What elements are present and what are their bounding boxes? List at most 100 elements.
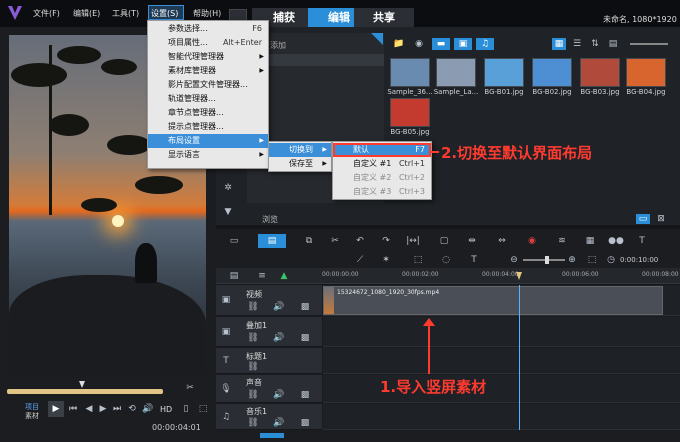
menu-file[interactable]: 文件(F) [33, 8, 60, 19]
track-mute-icon[interactable]: ▩ [300, 302, 310, 312]
video-clip[interactable]: 15324672_1080_1920_30fps.mp4 [323, 286, 663, 315]
track-manager-icon[interactable]: ▤ [228, 271, 240, 281]
link-icon[interactable]: ⛓ [247, 362, 258, 372]
track-mute-icon[interactable]: ▩ [300, 418, 310, 428]
menu-item-custom-1[interactable]: 自定义 #1 Ctrl+1 [333, 157, 431, 171]
next-frame-icon[interactable]: ▶ [97, 403, 109, 415]
track-volume-icon[interactable]: 🔊 [273, 418, 284, 428]
menu-item-track-manager[interactable]: 轨道管理器... [148, 92, 268, 106]
thumbnail-size-slider[interactable] [630, 43, 668, 45]
text-track-icon[interactable]: T [468, 255, 480, 265]
add-folder-label[interactable]: 添加 [270, 40, 286, 51]
menu-item-project-properties[interactable]: 项目属性... Alt+Enter [148, 36, 268, 50]
list-view-icon[interactable]: ☰ [570, 38, 584, 50]
thumbnail-item[interactable]: BG-B01.jpg [480, 58, 530, 98]
thumbnail-view-icon[interactable]: ▦ [552, 38, 566, 50]
subtitle-icon[interactable]: ◌ [440, 255, 452, 265]
split-icon[interactable]: ✂ [184, 382, 196, 394]
audio-filter-icon[interactable]: ♫ [476, 38, 494, 50]
menu-item-cue-manager[interactable]: 提示点管理器... [148, 120, 268, 134]
track-mute-icon[interactable]: ▩ [300, 333, 310, 343]
track-header-title[interactable]: T 标题1 ⛓ [216, 348, 322, 374]
menu-edit[interactable]: 编辑(E) [73, 8, 100, 19]
repeat-icon[interactable]: ⟲ [126, 403, 138, 415]
prev-frame-icon[interactable]: ◀ [83, 403, 95, 415]
track-header-overlay[interactable]: ▣ 叠加1 ⛓ 🔊 ▩ [216, 317, 322, 347]
hd-label[interactable]: HD [160, 405, 172, 414]
browse-label[interactable]: 浏览 [262, 214, 278, 225]
thumbnail-item[interactable]: Sample_36... [386, 58, 436, 98]
track-header-video[interactable]: ▣ 视频 ⛓ 🔊 ▩ [216, 285, 322, 316]
motion-icon[interactable]: ⟋ [354, 255, 366, 265]
menu-settings[interactable]: 设置(S) [151, 8, 178, 19]
link-icon[interactable]: ⛓ [247, 333, 258, 343]
photo-filter-icon[interactable]: ▣ [454, 38, 472, 50]
title-tool-icon[interactable]: T [636, 235, 648, 247]
clip-mode-label[interactable]: 素材 [25, 411, 39, 421]
capture-icon[interactable]: ▦ [584, 235, 596, 247]
menu-item-layout-settings[interactable]: 布局设置 ▶ [148, 134, 268, 148]
thumbnail-item[interactable]: BG-B03.jpg [576, 58, 626, 98]
volume-icon[interactable]: 🔊 [142, 403, 154, 415]
link-icon[interactable]: ⛓ [247, 418, 258, 428]
scrub-bar[interactable] [7, 389, 163, 394]
menu-help[interactable]: 帮助(H) [193, 8, 221, 19]
video-filter-icon[interactable]: ▬ [432, 38, 450, 50]
go-end-icon[interactable]: ⏭ [111, 403, 123, 415]
redo-icon[interactable]: ↷ [380, 235, 392, 247]
menu-item-smart-proxy[interactable]: 智能代理管理器 ▶ [148, 50, 268, 64]
display-icon[interactable]: ▯ [180, 403, 192, 415]
track-volume-icon[interactable]: 🔊 [273, 333, 284, 343]
options-icon[interactable]: ▤ [606, 38, 620, 50]
menu-tools[interactable]: 工具(T) [112, 8, 139, 19]
zoom-slider-handle[interactable] [545, 256, 549, 264]
chapter-icon[interactable]: ⬚ [412, 255, 424, 265]
track-lane-title[interactable] [323, 348, 680, 374]
resize-icon[interactable]: ⬚ [197, 403, 209, 415]
track-volume-icon[interactable]: 🔊 [273, 390, 284, 400]
add-track-icon[interactable]: ▲ [278, 271, 290, 281]
menu-item-display-language[interactable]: 显示语言 ▶ [148, 148, 268, 162]
effects-toggle-icon[interactable]: ●● [608, 235, 624, 247]
link-icon[interactable]: ⛓ [247, 302, 258, 312]
zoom-in-icon[interactable]: ⊕ [567, 255, 577, 265]
import-icon[interactable]: ◉ [412, 38, 426, 50]
tab-share[interactable]: 共享 [354, 8, 414, 27]
thumbnail-item[interactable]: BG-B05.jpg [386, 98, 436, 138]
sort-icon[interactable]: ⇅ [588, 38, 602, 50]
thumbnail-item[interactable]: Sample_La... [432, 58, 482, 98]
menu-item-switch-to[interactable]: 切换到 ▶ [269, 143, 331, 157]
menu-item-chapter-manager[interactable]: 章节点管理器... [148, 106, 268, 120]
expand-icon[interactable]: ▼ [221, 207, 235, 217]
library-bottom-icon-2[interactable]: ⊠ [654, 214, 668, 224]
zoom-timecode[interactable]: 0:00:10:00 [620, 256, 658, 264]
track-header-voice[interactable]: 🎙 声音 ⛓ 🔊 ▩ [216, 375, 322, 403]
library-bottom-icon-1[interactable]: ▭ [636, 214, 650, 224]
zoom-out-icon[interactable]: ⊖ [509, 255, 519, 265]
play-button[interactable]: ▶ [48, 401, 64, 417]
record-icon[interactable]: ◉ [526, 235, 538, 247]
split-clip-icon[interactable]: ⇹ [466, 235, 478, 247]
menu-item-library-manager[interactable]: 素材库管理器 ▶ [148, 64, 268, 78]
undo-icon[interactable]: ↶ [354, 235, 366, 247]
effects-icon[interactable]: ✲ [221, 182, 235, 194]
mixer-icon[interactable]: ≋ [556, 235, 568, 247]
timeline-scrollbar[interactable] [216, 430, 680, 442]
timeline-ruler[interactable]: ▤ ≡ ▲ 00:00:00:00 00:00:02:00 00:00:04:0… [216, 268, 680, 284]
all-tracks-icon[interactable]: ≡ [256, 271, 268, 281]
menu-item-profile-manager[interactable]: 影片配置文件管理器... [148, 78, 268, 92]
timeline-view-icon[interactable]: ▤ [258, 234, 286, 248]
menu-item-save-to[interactable]: 保存至 ▶ [269, 157, 331, 171]
track-mute-icon[interactable]: ▩ [300, 390, 310, 400]
magic-icon[interactable]: ✶ [380, 255, 392, 265]
go-start-icon[interactable]: ⏮ [67, 403, 79, 415]
track-header-music[interactable]: ♫ 音乐1 ⛓ 🔊 ▩ [216, 404, 322, 430]
tools-icon[interactable]: ✂ [329, 235, 341, 247]
menu-item-preferences[interactable]: 参数选择... F6 [148, 22, 268, 36]
timecode-display[interactable]: 00:00:04:01 [152, 423, 201, 432]
scrollbar-thumb[interactable] [260, 433, 284, 438]
storyboard-view-icon[interactable]: ▭ [226, 235, 242, 247]
folder-icon[interactable]: 📁 [392, 38, 406, 50]
crop-icon[interactable]: ▢ [438, 235, 450, 247]
zoom-slider[interactable] [523, 259, 565, 261]
